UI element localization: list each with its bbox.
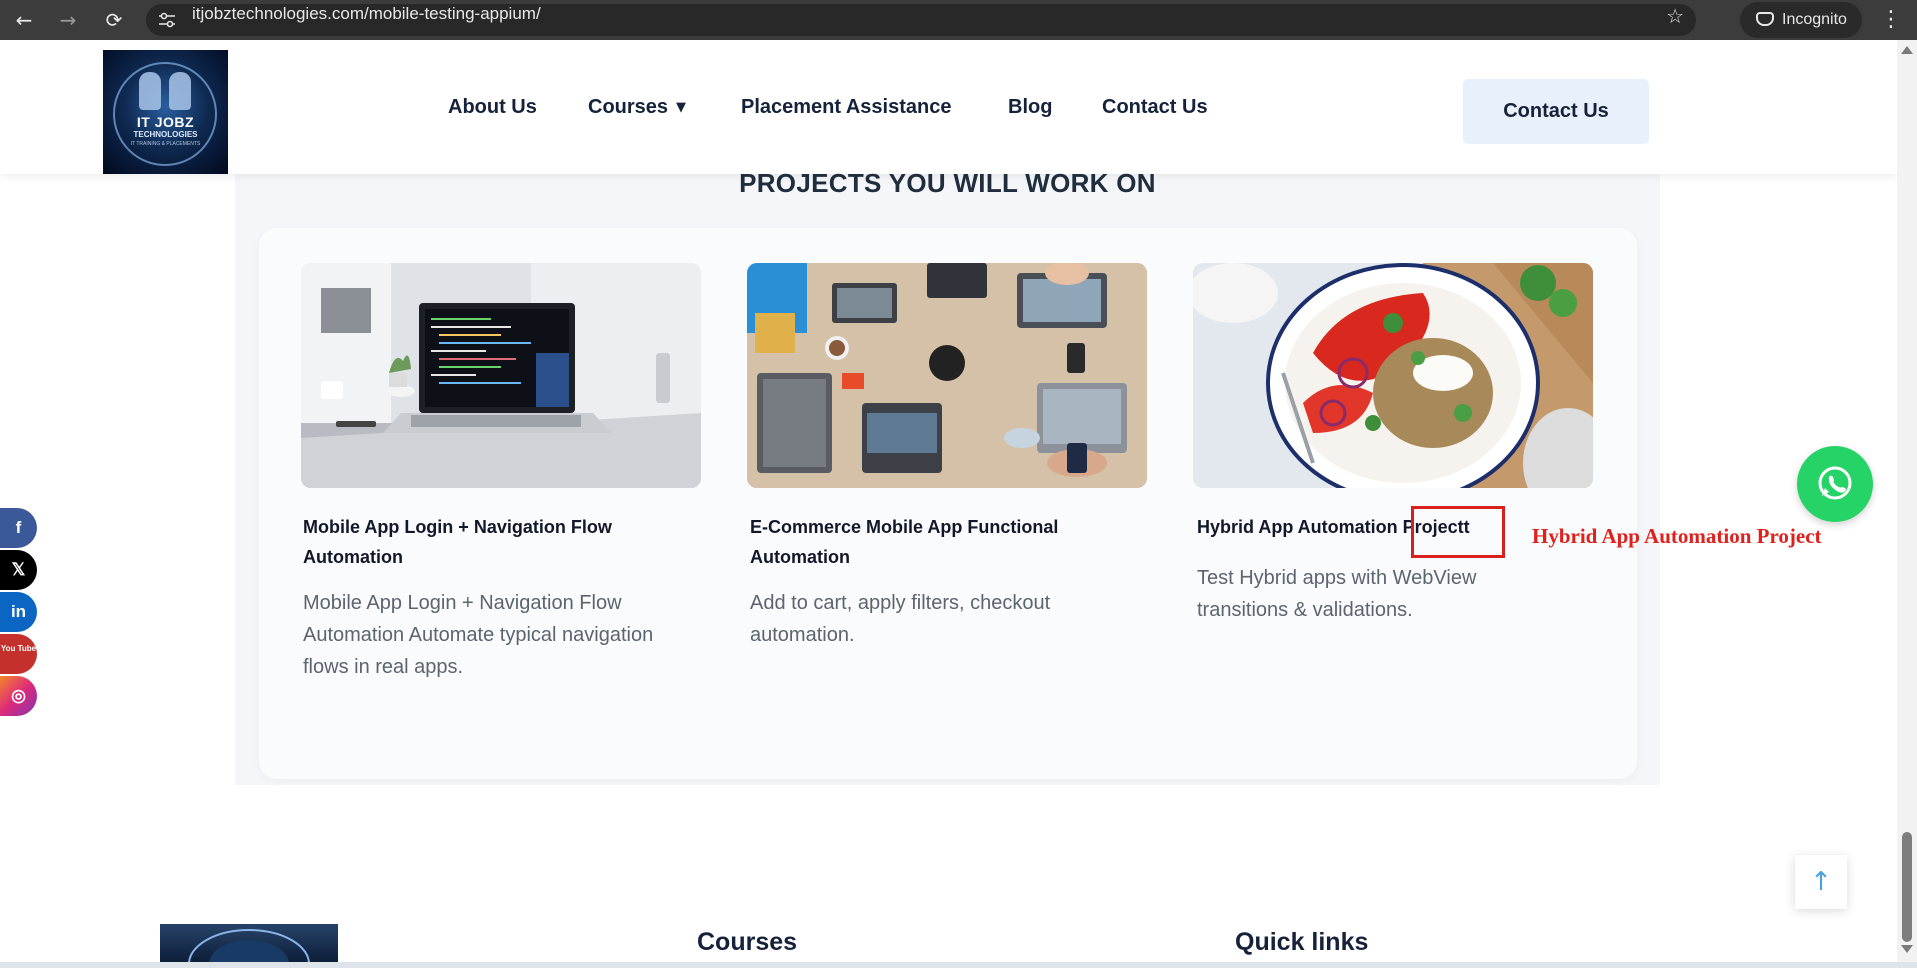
facebook-link[interactable]: f bbox=[0, 508, 37, 548]
incognito-label: Incognito bbox=[1782, 11, 1847, 28]
salad-plate-photo bbox=[1193, 263, 1593, 488]
logo-figure bbox=[139, 72, 161, 110]
forward-icon[interactable]: → bbox=[54, 6, 82, 34]
bookmark-star-icon[interactable]: ☆ bbox=[1666, 4, 1684, 28]
logo-text: IT TRAINING & PLACEMENTS bbox=[130, 141, 201, 147]
facebook-icon: f bbox=[15, 518, 22, 537]
back-icon[interactable]: ← bbox=[10, 6, 38, 34]
site-header: IT JOBZ TECHNOLOGIES IT TRAINING & PLACE… bbox=[0, 40, 1897, 174]
bottom-strip bbox=[0, 962, 1917, 968]
linkedin-link[interactable]: in bbox=[0, 592, 37, 632]
url-text[interactable]: itjobztechnologies.com/mobile-testing-ap… bbox=[192, 4, 541, 24]
annotation-label: Hybrid App Automation Project bbox=[1532, 524, 1822, 548]
site-logo[interactable]: IT JOBZ TECHNOLOGIES IT TRAINING & PLACE… bbox=[103, 50, 228, 174]
scrollbar-thumb[interactable] bbox=[1902, 832, 1912, 942]
instagram-link[interactable]: ◎ bbox=[0, 676, 37, 716]
page-viewport: IT JOBZ TECHNOLOGIES IT TRAINING & PLACE… bbox=[0, 40, 1897, 962]
reload-icon[interactable]: ⟳ bbox=[100, 6, 128, 34]
instagram-icon: ◎ bbox=[11, 686, 26, 705]
footer-logo[interactable] bbox=[160, 924, 338, 962]
highlight-box bbox=[1411, 506, 1505, 558]
scroll-down-icon[interactable] bbox=[1901, 945, 1913, 953]
nav-courses-label: Courses bbox=[588, 96, 669, 118]
nav-placement-assistance[interactable]: Placement Assistance bbox=[741, 96, 951, 122]
browser-menu-icon[interactable]: ⋮ bbox=[1880, 4, 1902, 36]
browser-toolbar: ← → ⟳ itjobztechnologies.com/mobile-test… bbox=[0, 0, 1917, 40]
scroll-up-icon[interactable] bbox=[1901, 46, 1913, 54]
whatsapp-icon bbox=[1818, 466, 1852, 500]
team-laptops-photo bbox=[747, 263, 1147, 488]
x-link[interactable]: 𝕏 bbox=[0, 550, 37, 590]
nav-contact-us[interactable]: Contact Us bbox=[1102, 96, 1208, 122]
vertical-scrollbar[interactable] bbox=[1897, 40, 1917, 962]
project-description: Test Hybrid apps with WebView transition… bbox=[1197, 567, 1477, 621]
project-title: E-Commerce Mobile App Functional Automat… bbox=[750, 517, 1059, 567]
footer-quick-links-heading: Quick links bbox=[1235, 928, 1369, 956]
nav-about-us[interactable]: About Us bbox=[448, 96, 537, 122]
nav-courses[interactable]: Courses ▼ bbox=[588, 96, 686, 122]
incognito-icon bbox=[1756, 12, 1774, 26]
youtube-icon: You Tube bbox=[0, 644, 37, 653]
youtube-link[interactable]: You Tube bbox=[0, 634, 37, 674]
arrow-up-icon: ↑ bbox=[1810, 867, 1832, 897]
incognito-badge[interactable]: Incognito bbox=[1740, 2, 1862, 38]
project-description: Add to cart, apply filters, checkout aut… bbox=[750, 592, 1051, 646]
contact-us-button[interactable]: Contact Us bbox=[1463, 79, 1649, 144]
footer-courses-heading: Courses bbox=[697, 928, 798, 956]
nav-blog[interactable]: Blog bbox=[1008, 96, 1052, 122]
address-bar[interactable]: itjobztechnologies.com/mobile-testing-ap… bbox=[146, 4, 1696, 36]
site-info-icon[interactable] bbox=[158, 12, 176, 28]
section-title: PROJECTS YOU WILL WORK ON bbox=[739, 168, 1156, 198]
back-to-top-button[interactable]: ↑ bbox=[1795, 855, 1847, 909]
laptop-code-photo bbox=[301, 263, 701, 488]
chevron-down-icon: ▼ bbox=[676, 100, 687, 115]
project-description: Mobile App Login + Navigation Flow Autom… bbox=[303, 592, 654, 678]
x-icon: 𝕏 bbox=[11, 560, 26, 579]
logo-text: TECHNOLOGIES bbox=[133, 130, 198, 139]
project-title: Mobile App Login + Navigation Flow Autom… bbox=[303, 517, 612, 567]
whatsapp-button[interactable] bbox=[1797, 446, 1873, 522]
logo-figure bbox=[169, 72, 191, 110]
logo-text: IT JOBZ bbox=[136, 114, 195, 130]
linkedin-icon: in bbox=[10, 602, 27, 621]
